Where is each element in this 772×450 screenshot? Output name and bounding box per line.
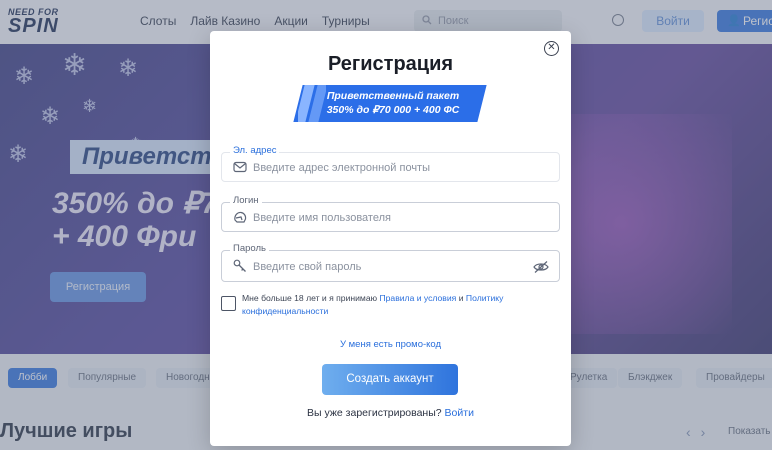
registration-modal: ✕ Регистрация Приветственный пакет 350% … <box>210 31 571 446</box>
already-registered-label: Вы уже зарегистрированы? <box>307 407 445 419</box>
terms-prefix: Мне больше 18 лет и я принимаю <box>242 293 380 303</box>
email-input[interactable] <box>253 159 523 176</box>
login-label: Логин <box>230 195 262 206</box>
helmet-icon <box>233 211 247 224</box>
modal-title: Регистрация <box>327 53 454 75</box>
password-label: Пароль <box>230 243 269 254</box>
password-field[interactable]: Пароль <box>221 243 560 282</box>
envelope-icon <box>233 161 247 174</box>
promo-line-1: Приветственный пакет <box>326 90 460 102</box>
age-terms-checkbox[interactable] <box>221 296 236 311</box>
login-field[interactable]: Логин <box>221 195 560 232</box>
login-link[interactable]: Войти <box>445 407 474 419</box>
login-input[interactable] <box>253 209 523 226</box>
create-account-button[interactable]: Создать аккаунт <box>322 364 458 395</box>
eye-off-icon[interactable] <box>533 260 549 274</box>
terms-and: и <box>456 293 466 303</box>
password-input[interactable] <box>253 258 523 275</box>
welcome-package-banner: Приветственный пакет 350% до ₽70 000 + 4… <box>293 85 487 122</box>
promo-line-2: 350% до ₽70 000 + 400 ФС <box>326 104 460 116</box>
terms-text: Мне больше 18 лет и я принимаю Правила и… <box>242 292 542 318</box>
email-field[interactable]: Эл. адрес <box>221 145 560 182</box>
terms-link[interactable]: Правила и условия <box>379 293 456 303</box>
already-registered-text: Вы уже зарегистрированы? Войти <box>210 407 571 419</box>
promo-code-link[interactable]: У меня есть промо-код <box>210 339 571 350</box>
email-label: Эл. адрес <box>230 145 280 156</box>
key-icon <box>233 259 247 272</box>
